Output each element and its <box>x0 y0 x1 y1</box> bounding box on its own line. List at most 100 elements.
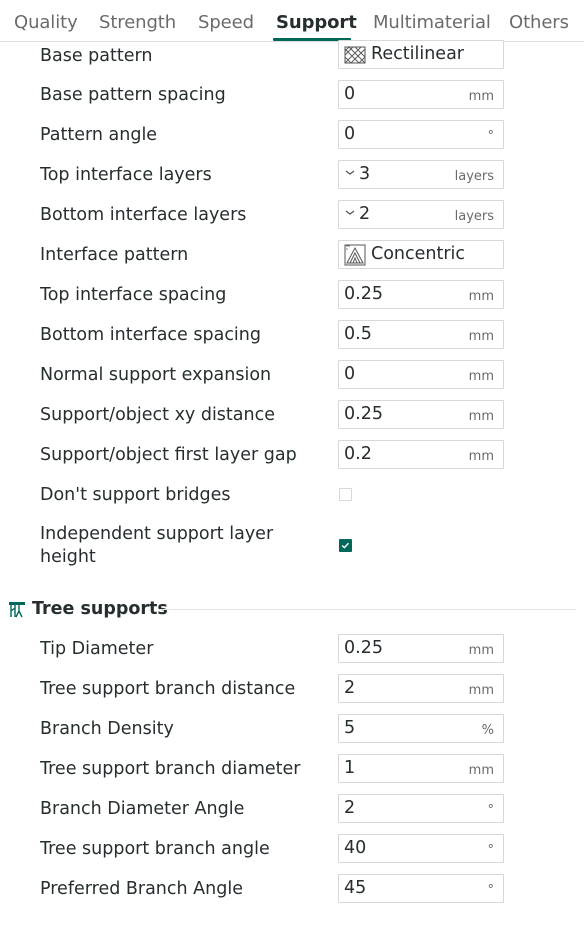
setting-row-pattern-angle: Pattern angle 0 ° <box>0 115 584 155</box>
select-value: Concentric <box>371 244 466 264</box>
setting-label: Interface pattern <box>40 245 189 265</box>
input-value: 1 <box>344 758 356 778</box>
interface-pattern-select[interactable]: Concentric <box>338 240 504 269</box>
unit-label: ° <box>487 843 495 858</box>
base-pattern-spacing-input[interactable]: 0 mm <box>338 80 504 109</box>
concentric-pattern-icon <box>344 244 366 266</box>
setting-row-first-layer-gap: Support/object first layer gap 0.2 mm <box>0 435 584 475</box>
input-value: 0 <box>344 84 356 104</box>
input-value: 0.25 <box>344 404 383 424</box>
branch-distance-input[interactable]: 2 mm <box>338 674 504 703</box>
unit-label: ° <box>487 803 495 818</box>
input-value: 2 <box>344 678 356 698</box>
tab-multimaterial[interactable]: Multimaterial <box>373 12 491 33</box>
tree-support-icon <box>9 602 25 618</box>
tab-strength[interactable]: Strength <box>99 12 176 33</box>
tab-others[interactable]: Others <box>509 12 569 33</box>
input-value: 0.2 <box>344 444 372 464</box>
dont-support-bridges-checkbox[interactable] <box>339 488 352 501</box>
input-value: 5 <box>344 718 356 738</box>
setting-label: Top interface layers <box>40 165 212 185</box>
tab-quality[interactable]: Quality <box>14 12 78 33</box>
setting-row-branch-distance: Tree support branch distance 2 mm <box>0 669 584 709</box>
branch-diameter-input[interactable]: 1 mm <box>338 754 504 783</box>
setting-row-preferred-branch-angle: Preferred Branch Angle 45 ° <box>0 869 584 909</box>
rectilinear-pattern-icon <box>344 46 366 64</box>
input-value: 2 <box>359 204 371 224</box>
unit-label: layers <box>454 209 494 224</box>
setting-label: Top interface spacing <box>40 285 227 305</box>
chevron-down-icon[interactable] <box>345 167 355 177</box>
setting-label: Tip Diameter <box>40 639 154 659</box>
setting-row-support-object-xy-distance: Support/object xy distance 0.25 mm <box>0 395 584 435</box>
setting-label: Branch Diameter Angle <box>40 799 245 819</box>
unit-label: mm <box>468 643 494 658</box>
section-title: Tree supports <box>32 599 168 619</box>
input-value: 45 <box>344 878 367 898</box>
top-interface-layers-stepper[interactable]: 3 layers <box>338 160 504 189</box>
input-value: 0.5 <box>344 324 372 344</box>
branch-diameter-angle-input[interactable]: 2 ° <box>338 794 504 823</box>
unit-label: mm <box>468 449 494 464</box>
support-object-xy-distance-input[interactable]: 0.25 mm <box>338 400 504 429</box>
independent-layer-height-checkbox[interactable] <box>339 539 352 552</box>
branch-angle-input[interactable]: 40 ° <box>338 834 504 863</box>
input-value: 0 <box>344 124 356 144</box>
setting-row-base-pattern: Base pattern Rectilinear <box>0 36 584 76</box>
top-interface-spacing-input[interactable]: 0.25 mm <box>338 280 504 309</box>
setting-label: Tree support branch distance <box>40 679 296 699</box>
input-value: 0.25 <box>344 638 383 658</box>
setting-label: Independent support layer height <box>40 524 274 567</box>
unit-label: % <box>481 723 494 738</box>
unit-label: mm <box>468 89 494 104</box>
setting-label: Support/object first layer gap <box>40 445 297 465</box>
bottom-interface-layers-stepper[interactable]: 2 layers <box>338 200 504 229</box>
setting-row-independent-support-layer-height: Independent support layer height <box>0 520 584 572</box>
setting-label: Normal support expansion <box>40 365 272 385</box>
first-layer-gap-input[interactable]: 0.2 mm <box>338 440 504 469</box>
base-pattern-select[interactable]: Rectilinear <box>338 40 504 69</box>
setting-label: Branch Density <box>40 719 174 739</box>
unit-label: mm <box>468 683 494 698</box>
input-value: 3 <box>359 164 371 184</box>
tip-diameter-input[interactable]: 0.25 mm <box>338 634 504 663</box>
setting-row-base-pattern-spacing: Base pattern spacing 0 mm <box>0 75 584 115</box>
tab-speed[interactable]: Speed <box>198 12 254 33</box>
branch-density-input[interactable]: 5 % <box>338 714 504 743</box>
setting-label: Don't support bridges <box>40 485 231 505</box>
unit-label: ° <box>487 129 495 144</box>
setting-row-top-interface-layers: Top interface layers 3 layers <box>0 155 584 195</box>
setting-row-branch-diameter: Tree support branch diameter 1 mm <box>0 749 584 789</box>
unit-label: mm <box>468 369 494 384</box>
setting-label: Tree support branch angle <box>40 839 270 859</box>
setting-label: Pattern angle <box>40 125 158 145</box>
chevron-down-icon[interactable] <box>345 207 355 217</box>
input-value: 0 <box>344 364 356 384</box>
preferred-branch-angle-input[interactable]: 45 ° <box>338 874 504 903</box>
setting-label: Bottom interface spacing <box>40 325 261 345</box>
setting-label: Base pattern spacing <box>40 85 226 105</box>
section-header-tree-supports: Tree supports <box>0 596 584 624</box>
setting-row-top-interface-spacing: Top interface spacing 0.25 mm <box>0 275 584 315</box>
setting-row-dont-support-bridges: Don't support bridges <box>0 475 584 515</box>
unit-label: layers <box>454 169 494 184</box>
input-value: 40 <box>344 838 367 858</box>
input-value: 2 <box>344 798 356 818</box>
unit-label: ° <box>487 883 495 898</box>
unit-label: mm <box>468 329 494 344</box>
pattern-angle-input[interactable]: 0 ° <box>338 120 504 149</box>
setting-row-interface-pattern: Interface pattern Concentric <box>0 235 584 275</box>
bottom-interface-spacing-input[interactable]: 0.5 mm <box>338 320 504 349</box>
input-value: 0.25 <box>344 284 383 304</box>
setting-row-branch-angle: Tree support branch angle 40 ° <box>0 829 584 869</box>
setting-label: Preferred Branch Angle <box>40 879 243 899</box>
tab-support[interactable]: Support <box>276 12 357 33</box>
setting-row-tip-diameter: Tip Diameter 0.25 mm <box>0 629 584 669</box>
setting-row-branch-density: Branch Density 5 % <box>0 709 584 749</box>
setting-label: Bottom interface layers <box>40 205 247 225</box>
setting-row-bottom-interface-spacing: Bottom interface spacing 0.5 mm <box>0 315 584 355</box>
unit-label: mm <box>468 763 494 778</box>
checkmark-icon <box>341 542 349 549</box>
normal-support-expansion-input[interactable]: 0 mm <box>338 360 504 389</box>
setting-label: Tree support branch diameter <box>40 759 301 779</box>
